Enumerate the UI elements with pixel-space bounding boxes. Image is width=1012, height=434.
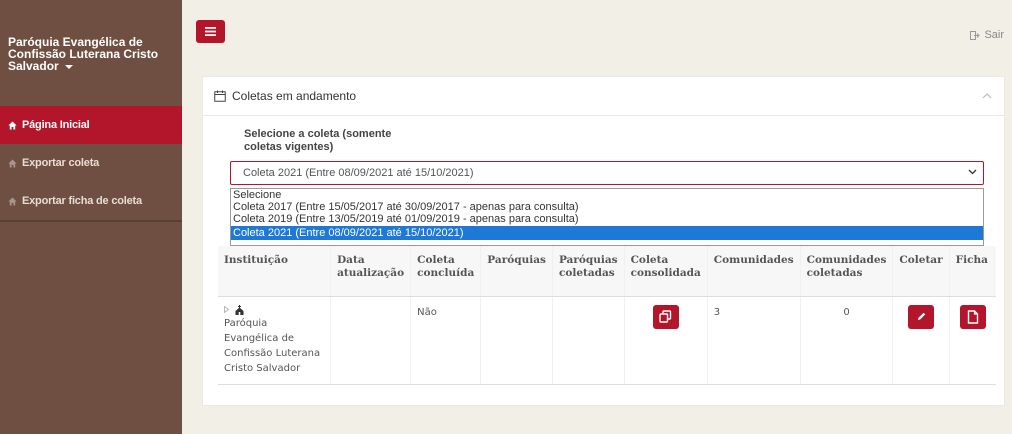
column-header: Ficha — [948, 246, 996, 297]
chevron-down-icon — [968, 169, 977, 175]
cell-comunidades-coletadas: 0 — [799, 296, 893, 385]
form-button[interactable] — [959, 304, 986, 329]
church-icon — [235, 304, 244, 315]
column-header: Paróquias — [480, 246, 553, 297]
sidebar-divider — [0, 220, 182, 222]
column-header: Data atualização — [330, 246, 411, 297]
copy-icon — [659, 310, 672, 323]
expand-arrow-icon[interactable] — [224, 306, 229, 313]
table-row: Paróquia Evangélica de Confissão Luteran… — [218, 296, 996, 385]
coleta-dropdown-list: Selecione Coleta 2017 (Entre 15/05/2017 … — [230, 188, 984, 246]
sidebar-item-label: Exportar coleta — [22, 157, 100, 169]
chevron-up-icon[interactable] — [982, 93, 992, 99]
cell-coleta-consolidada — [623, 296, 708, 385]
sidebar: Paróquia Evangélica de Confissão Luteran… — [0, 0, 182, 434]
sidebar-item-exportar-coleta[interactable]: Exportar coleta — [0, 144, 182, 182]
cell-instituicao: Paróquia Evangélica de Confissão Luteran… — [218, 296, 331, 385]
sidebar-item-label: Exportar ficha de coleta — [22, 195, 142, 207]
home-icon — [6, 120, 18, 130]
sidebar-item-label: Página Inicial — [22, 119, 90, 131]
column-header: Instituição — [218, 246, 331, 297]
logout-link[interactable]: Sair — [970, 29, 1004, 41]
column-header: Paróquias coletadas — [551, 246, 625, 297]
coleta-select[interactable]: Coleta 2021 (Entre 08/09/2021 até 15/10/… — [230, 161, 984, 185]
sidebar-item-exportar-ficha[interactable]: Exportar ficha de coleta — [0, 182, 182, 220]
consolidated-collection-button[interactable] — [652, 304, 679, 329]
table-header-row: Instituição Data atualização Coleta conc… — [218, 246, 996, 297]
caret-down-icon — [65, 64, 74, 69]
cell-data-atualizacao — [330, 296, 411, 385]
column-header: Coleta concluída — [410, 246, 481, 297]
file-icon — [967, 309, 979, 324]
coletas-panel: Coletas em andamento Selecione a coleta … — [202, 76, 1005, 406]
dropdown-option[interactable]: Coleta 2019 (Entre 13/05/2019 até 01/09/… — [231, 214, 983, 225]
logout-label: Sair — [984, 29, 1004, 41]
column-header: Comunidades coletadas — [799, 246, 893, 297]
sidebar-menu: Página Inicial Exportar coleta Exportar … — [0, 106, 182, 220]
cell-coletar — [892, 296, 950, 385]
institution-name: Paróquia Evangélica de Confissão Luteran… — [224, 317, 321, 374]
column-header: Coletar — [892, 246, 950, 297]
column-header: Comunidades — [706, 246, 801, 297]
cell-paroquias — [480, 296, 553, 385]
menu-toggle-button[interactable] — [196, 20, 225, 43]
cell-paroquias-coletadas — [551, 296, 625, 385]
topbar: Sair — [182, 0, 1012, 60]
coletas-table: Instituição Data atualização Coleta conc… — [218, 246, 996, 385]
org-name: Paróquia Evangélica de Confissão Luteran… — [8, 35, 159, 73]
dropdown-option[interactable]: Selecione — [231, 190, 983, 201]
hamburger-icon — [205, 27, 216, 36]
cell-ficha — [948, 296, 996, 385]
select-value: Coleta 2021 (Entre 08/09/2021 até 15/10/… — [243, 167, 474, 179]
org-dropdown[interactable]: Paróquia Evangélica de Confissão Luteran… — [8, 36, 176, 72]
column-header: Coleta consolidada — [623, 246, 708, 297]
dropdown-option[interactable]: Coleta 2017 (Entre 15/05/2017 até 30/09/… — [231, 202, 983, 213]
dropdown-option-selected[interactable]: Coleta 2021 (Entre 08/09/2021 até 15/10/… — [231, 226, 983, 240]
cell-coleta-concluida: Não — [410, 296, 481, 385]
home-icon — [6, 196, 18, 206]
calendar-icon — [214, 90, 226, 102]
panel-header: Coletas em andamento — [203, 77, 1004, 116]
home-icon — [6, 158, 18, 168]
select-label: Selecione a coleta (somente coletas vige… — [244, 128, 392, 153]
panel-title: Coletas em andamento — [232, 89, 357, 103]
pencil-icon — [917, 312, 925, 320]
cell-comunidades: 3 — [706, 296, 801, 385]
logout-icon — [970, 30, 981, 40]
sidebar-item-pagina-inicial[interactable]: Página Inicial — [0, 106, 182, 144]
collect-button[interactable] — [908, 304, 935, 329]
